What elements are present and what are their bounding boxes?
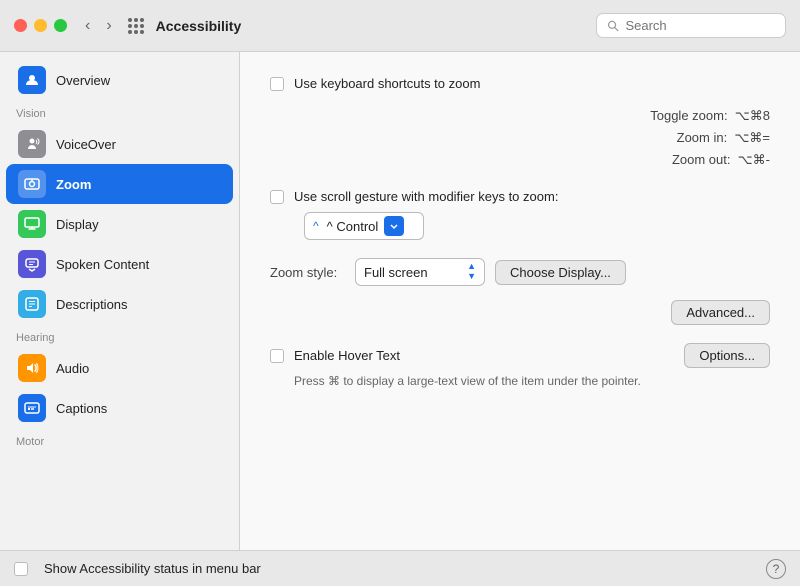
scroll-gesture-row: Use scroll gesture with modifier keys to…	[270, 189, 770, 204]
zoom-style-label: Zoom style:	[270, 265, 345, 280]
sidebar-item-overview-label: Overview	[56, 73, 110, 88]
content-area: Use keyboard shortcuts to zoom Toggle zo…	[240, 52, 800, 550]
keyboard-shortcuts-label: Use keyboard shortcuts to zoom	[294, 76, 480, 91]
audio-icon	[18, 354, 46, 382]
sidebar-item-display-label: Display	[56, 217, 99, 232]
shortcut-toggle: Toggle zoom: ⌥⌘8	[294, 105, 770, 127]
back-button[interactable]: ‹	[81, 16, 94, 36]
sidebar-item-zoom[interactable]: Zoom	[6, 164, 233, 204]
titlebar: ‹ › Accessibility	[0, 0, 800, 52]
zoom-style-value: Full screen	[364, 265, 428, 280]
keyboard-shortcuts-checkbox[interactable]	[270, 77, 284, 91]
hover-text-row: Enable Hover Text Options...	[270, 343, 770, 368]
close-button[interactable]	[14, 19, 27, 32]
help-button[interactable]: ?	[766, 559, 786, 579]
zoom-style-stepper-icon[interactable]: ▲ ▼	[467, 262, 476, 282]
apps-grid-icon[interactable]	[128, 18, 144, 34]
search-box[interactable]	[596, 13, 786, 38]
sidebar-item-voiceover-label: VoiceOver	[56, 137, 116, 152]
voiceover-icon	[18, 130, 46, 158]
forward-button[interactable]: ›	[102, 16, 115, 36]
sidebar-item-audio[interactable]: Audio	[6, 348, 233, 388]
minimize-button[interactable]	[34, 19, 47, 32]
sidebar: Overview Vision VoiceOver	[0, 52, 240, 550]
hover-text-hint: Press ⌘ to display a large-text view of …	[294, 374, 770, 388]
sidebar-item-overview[interactable]: Overview	[6, 60, 233, 100]
zoom-style-dropdown[interactable]: Full screen ▲ ▼	[355, 258, 485, 286]
modifier-dropdown[interactable]: ^ ^ Control	[304, 212, 424, 240]
sidebar-item-zoom-label: Zoom	[56, 177, 91, 192]
scroll-gesture-checkbox[interactable]	[270, 190, 284, 204]
sidebar-item-voiceover[interactable]: VoiceOver	[6, 124, 233, 164]
sidebar-section-motor: Motor	[0, 428, 239, 452]
sidebar-item-spoken-content[interactable]: Spoken Content	[6, 244, 233, 284]
dropdown-arrow-icon[interactable]	[384, 216, 404, 236]
main-content: Overview Vision VoiceOver	[0, 52, 800, 550]
choose-display-button[interactable]: Choose Display...	[495, 260, 626, 285]
modifier-row: ^ ^ Control	[270, 212, 770, 240]
sidebar-item-descriptions[interactable]: Descriptions	[6, 284, 233, 324]
sidebar-item-audio-label: Audio	[56, 361, 89, 376]
scroll-gesture-label: Use scroll gesture with modifier keys to…	[294, 189, 558, 204]
spoken-content-icon	[18, 250, 46, 278]
window-title: Accessibility	[156, 18, 242, 34]
hover-text-checkbox[interactable]	[270, 349, 284, 363]
shortcut-zoom-out: Zoom out: ⌥⌘-	[294, 149, 770, 171]
modifier-value: ^ Control	[327, 219, 379, 234]
accessibility-status-checkbox[interactable]	[14, 562, 28, 576]
overview-icon	[18, 66, 46, 94]
hover-text-options-button[interactable]: Options...	[684, 343, 770, 368]
keyboard-shortcuts-row: Use keyboard shortcuts to zoom	[270, 76, 770, 91]
shortcuts-block: Toggle zoom: ⌥⌘8 Zoom in: ⌥⌘= Zoom out: …	[294, 105, 770, 171]
zoom-style-row: Zoom style: Full screen ▲ ▼ Choose Displ…	[270, 258, 770, 286]
sidebar-section-vision: Vision	[0, 100, 239, 124]
descriptions-icon	[18, 290, 46, 318]
hover-text-label: Enable Hover Text	[294, 348, 400, 363]
accessibility-status-label: Show Accessibility status in menu bar	[44, 561, 261, 576]
caret-icon: ^	[313, 219, 319, 233]
sidebar-section-hearing: Hearing	[0, 324, 239, 348]
shortcut-zoom-in: Zoom in: ⌥⌘=	[294, 127, 770, 149]
sidebar-item-descriptions-label: Descriptions	[56, 297, 128, 312]
bottombar: Show Accessibility status in menu bar ?	[0, 550, 800, 586]
sidebar-item-display[interactable]: Display	[6, 204, 233, 244]
search-icon	[607, 19, 619, 33]
advanced-button[interactable]: Advanced...	[671, 300, 770, 325]
traffic-lights	[14, 19, 67, 32]
display-icon	[18, 210, 46, 238]
advanced-row: Advanced...	[270, 300, 770, 325]
maximize-button[interactable]	[54, 19, 67, 32]
search-input[interactable]	[625, 18, 775, 33]
zoom-icon	[18, 170, 46, 198]
sidebar-item-spoken-content-label: Spoken Content	[56, 257, 149, 272]
captions-icon	[18, 394, 46, 422]
sidebar-item-captions-label: Captions	[56, 401, 107, 416]
sidebar-item-captions[interactable]: Captions	[6, 388, 233, 428]
